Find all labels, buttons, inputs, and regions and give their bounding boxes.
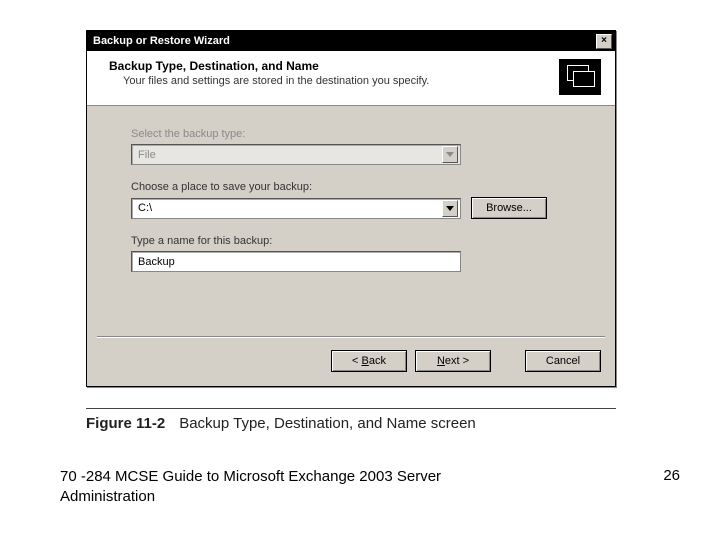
backup-type-label: Select the backup type: bbox=[131, 128, 581, 140]
book-title: 70 -284 MCSE Guide to Microsoft Exchange… bbox=[60, 467, 480, 506]
page-number: 26 bbox=[663, 467, 680, 484]
wizard-footer: < Back Next > Cancel bbox=[87, 338, 615, 386]
wizard-header-subtitle: Your files and settings are stored in th… bbox=[123, 75, 549, 87]
browse-button[interactable]: Browse... bbox=[471, 197, 547, 219]
backup-type-combo: File bbox=[131, 144, 461, 165]
wizard-header-title: Backup Type, Destination, and Name bbox=[109, 59, 549, 73]
cancel-label: Cancel bbox=[546, 355, 580, 367]
backup-type-group: Select the backup type: File bbox=[131, 128, 581, 165]
backup-place-group: Choose a place to save your backup: C:\ … bbox=[131, 181, 581, 219]
wizard-header: Backup Type, Destination, and Name Your … bbox=[87, 51, 615, 106]
browse-label: Browse... bbox=[486, 202, 532, 214]
backup-place-value: C:\ bbox=[138, 202, 442, 214]
window-title: Backup or Restore Wizard bbox=[93, 35, 596, 47]
chevron-down-icon bbox=[446, 152, 454, 157]
page-footer: 70 -284 MCSE Guide to Microsoft Exchange… bbox=[60, 467, 680, 506]
backup-place-combo[interactable]: C:\ bbox=[131, 198, 461, 219]
backup-name-value: Backup bbox=[138, 256, 175, 268]
figure-caption: Figure 11-2 Backup Type, Destination, an… bbox=[86, 408, 616, 432]
backup-name-label: Type a name for this backup: bbox=[131, 235, 581, 247]
wizard-window: Backup or Restore Wizard × Backup Type, … bbox=[86, 30, 616, 387]
backup-place-label: Choose a place to save your backup: bbox=[131, 181, 581, 193]
titlebar: Backup or Restore Wizard × bbox=[87, 31, 615, 51]
next-label: Next > bbox=[437, 355, 469, 367]
backup-name-input[interactable]: Backup bbox=[131, 251, 461, 272]
close-button[interactable]: × bbox=[596, 34, 612, 49]
next-button[interactable]: Next > bbox=[415, 350, 491, 372]
backup-place-dropdown-button[interactable] bbox=[442, 200, 458, 217]
close-icon: × bbox=[601, 36, 607, 46]
backup-type-dropdown-button bbox=[442, 146, 458, 163]
chevron-down-icon bbox=[446, 206, 454, 211]
wizard-body: Select the backup type: File Choose a pl… bbox=[87, 106, 615, 336]
back-button[interactable]: < Back bbox=[331, 350, 407, 372]
backup-tape-icon bbox=[559, 59, 601, 95]
wizard-header-text: Backup Type, Destination, and Name Your … bbox=[109, 59, 549, 87]
figure-number: Figure 11-2 bbox=[86, 415, 165, 432]
back-label: < Back bbox=[352, 355, 386, 367]
figure-text: Backup Type, Destination, and Name scree… bbox=[179, 415, 476, 432]
cancel-button[interactable]: Cancel bbox=[525, 350, 601, 372]
backup-type-value: File bbox=[138, 149, 442, 161]
backup-name-group: Type a name for this backup: Backup bbox=[131, 235, 581, 272]
